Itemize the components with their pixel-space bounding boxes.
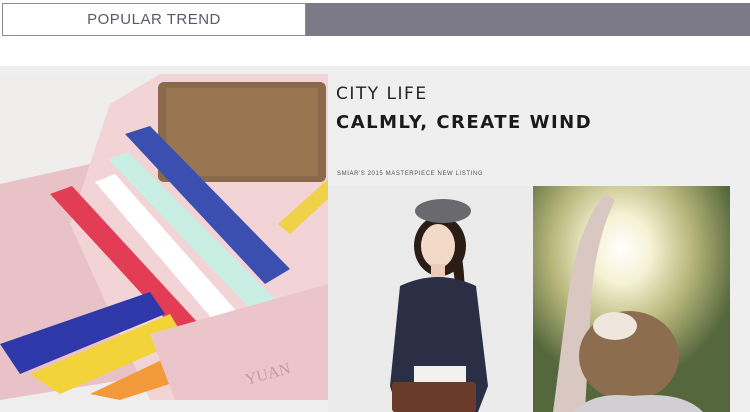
banner-headline-block: CITY LIFE CALMLY, CREATE WIND <box>336 84 592 133</box>
tab-bar-fill <box>306 3 750 36</box>
promo-banner: YUAN CITY LIFE CALMLY, CREATE WIND SMIAR… <box>0 66 750 412</box>
headline-calmly: CALMLY, CREATE WIND <box>336 112 593 133</box>
new-listing-text: SMIAR'S 2015 MASTERPIECE NEW LISTING <box>337 171 484 177</box>
model-photo[interactable] <box>328 186 532 412</box>
popular-trend-tab[interactable]: POPULAR TREND <box>2 3 306 36</box>
wallet-product-image[interactable]: YUAN <box>0 74 328 400</box>
sunlight-photo[interactable] <box>533 186 730 412</box>
tab-bar: POPULAR TREND <box>2 3 750 36</box>
headline-city-life: CITY LIFE <box>336 84 428 104</box>
